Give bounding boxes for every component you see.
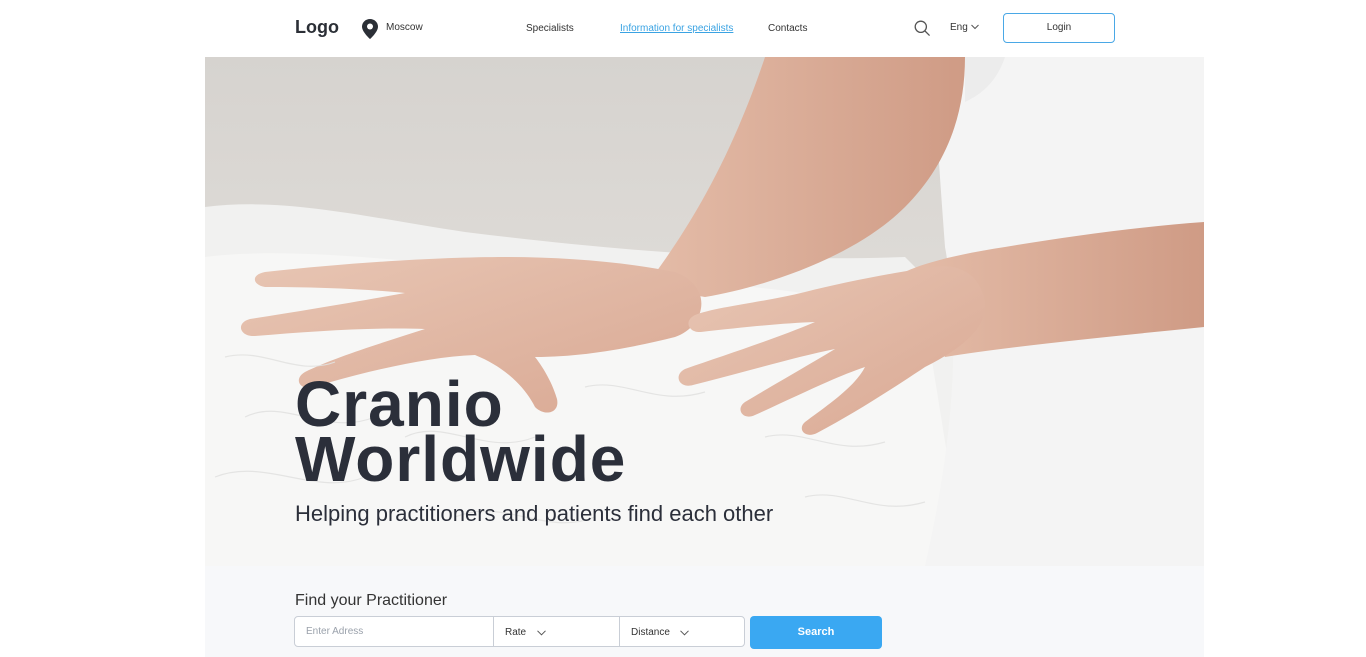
nav-specialists[interactable]: Specialists	[526, 23, 574, 34]
rate-select[interactable]: Rate	[493, 616, 620, 647]
search-button[interactable]: Search	[750, 616, 882, 649]
hero-title: Cranio Worldwide	[295, 372, 627, 495]
chevron-down-icon[interactable]	[971, 24, 979, 30]
city-selector[interactable]: Moscow	[386, 22, 423, 33]
nav-contacts[interactable]: Contacts	[768, 23, 807, 34]
location-pin-icon[interactable]	[362, 19, 378, 39]
chevron-down-icon	[680, 630, 689, 636]
find-title: Find your Practitioner	[295, 592, 448, 609]
hero-banner: Cranio Worldwide Helping practitioners a…	[205, 57, 1204, 566]
distance-select[interactable]: Distance	[619, 616, 745, 647]
login-button[interactable]: Login	[1003, 13, 1115, 43]
address-field[interactable]	[294, 616, 494, 647]
nav-information-for-specialists[interactable]: Information for specialists	[620, 23, 733, 34]
hero-title-line-2: Worldwide	[295, 423, 627, 495]
logo[interactable]: Logo	[295, 17, 339, 38]
search-icon[interactable]	[914, 20, 930, 36]
language-selector[interactable]: Eng	[950, 22, 968, 33]
chevron-down-icon	[537, 630, 546, 636]
address-input[interactable]	[295, 617, 486, 646]
rate-label: Rate	[505, 627, 527, 638]
hero-subtitle: Helping practitioners and patients find …	[295, 501, 774, 526]
find-practitioner-panel: Find your Practitioner Rate Distance Sea…	[205, 566, 1204, 657]
distance-label: Distance	[631, 627, 670, 638]
site-header: Logo Moscow Specialists Information for …	[0, 0, 1366, 56]
